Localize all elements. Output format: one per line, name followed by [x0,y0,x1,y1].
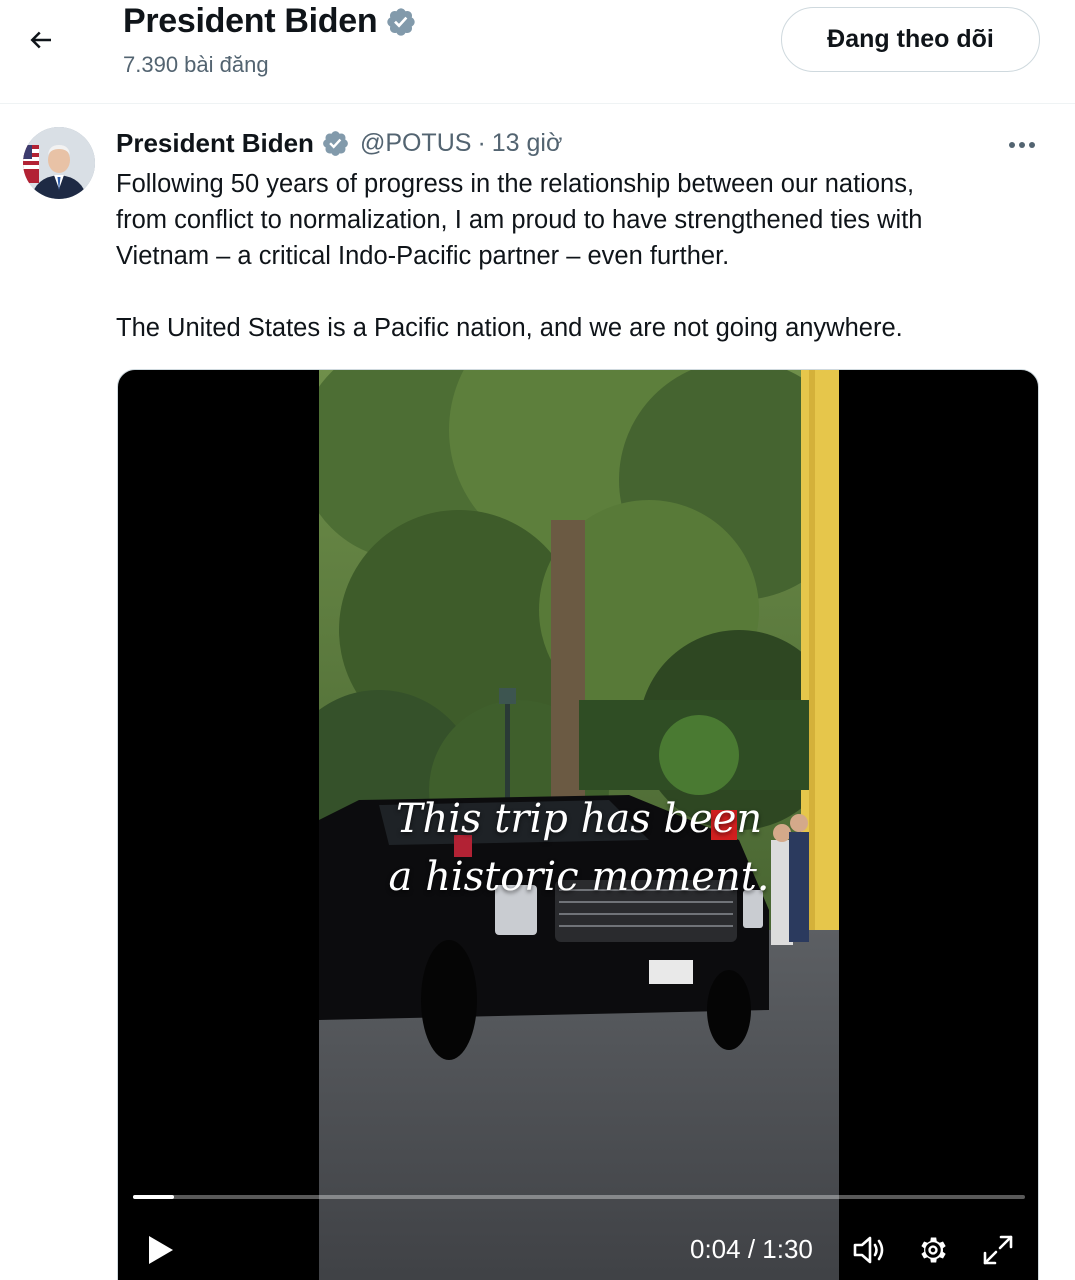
video-caption-line: a historic moment. [388,854,770,900]
volume-button[interactable] [850,1230,890,1270]
verified-badge-icon [323,131,348,156]
arrow-left-icon [30,31,51,49]
more-dots-icon [1009,142,1035,148]
video-caption-line: This trip has been [395,796,763,842]
verified-badge-icon [387,7,416,36]
profile-header: President Biden 7.390 bài đăng Đang theo… [0,0,1075,104]
volume-icon [853,1236,884,1264]
tweet-text-line: Following 50 years of progress in the re… [116,170,915,198]
header-title-row: President Biden [123,2,417,41]
tweet-text-line: Vietnam – a critical Indo-Pacific partne… [116,242,730,270]
tweet-header: President Biden @POTUS · 13 giờ [116,128,562,159]
video-frame[interactable]: This trip has been a historic moment. [319,370,839,1280]
video-player[interactable]: This trip has been a historic moment. 0:… [117,369,1039,1280]
tweet-author-name[interactable]: President Biden [116,128,314,159]
header-post-count: 7.390 bài đăng [123,52,269,77]
following-button[interactable]: Đang theo dõi [781,7,1040,72]
video-progress-bar[interactable] [133,1195,1025,1199]
fullscreen-button[interactable] [978,1230,1018,1270]
tweet-text-line: from conflict to normalization, I am pro… [116,206,923,234]
settings-button[interactable] [913,1230,953,1270]
avatar[interactable] [23,127,95,199]
settings-gear-icon [921,1237,946,1263]
video-progress-fill [133,1195,175,1199]
avatar-portrait-image [23,127,95,199]
video-caption: This trip has been a historic moment. [319,790,839,906]
back-button[interactable] [18,20,64,60]
tweet-timestamp[interactable]: 13 giờ [492,129,563,158]
header-profile-name: President Biden [123,2,378,40]
tweet-text-line: The United States is a Pacific nation, a… [116,314,903,342]
tweet-body: Following 50 years of progress in the re… [116,166,1046,346]
separator-dot: · [477,129,486,157]
play-icon [149,1236,173,1264]
more-options-button[interactable] [1000,128,1044,162]
tweet-author-handle[interactable]: @POTUS [360,129,472,158]
play-button[interactable] [138,1228,182,1272]
fullscreen-icon [983,1235,1013,1265]
video-time-readout: 0:04 / 1:30 [690,1234,813,1264]
